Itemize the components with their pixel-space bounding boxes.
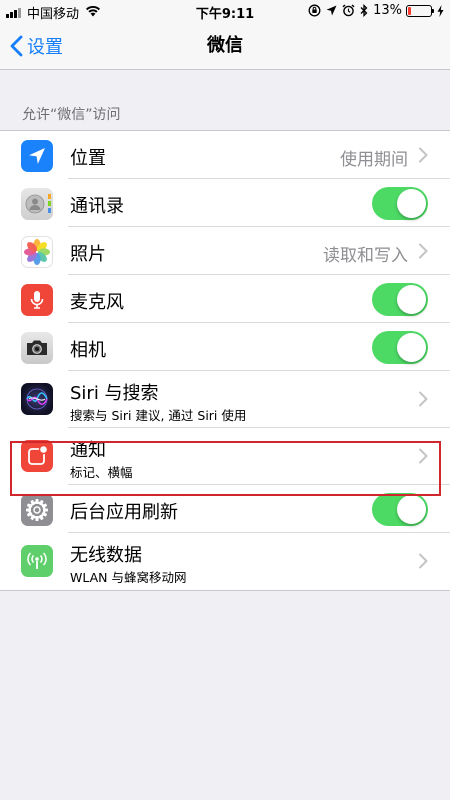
- photos-flower-icon: [21, 236, 53, 268]
- contacts-toggle[interactable]: [372, 187, 428, 220]
- battery-icon: [406, 4, 434, 17]
- row-detail: 读取和写入: [323, 246, 408, 266]
- chevron-right-icon: [419, 147, 428, 163]
- row-subtitle: 搜索与 Siri 建议, 通过 Siri 使用: [70, 408, 247, 423]
- row-background-refresh: 后台应用刷新: [0, 485, 450, 533]
- battery-percent: 13%: [373, 3, 402, 18]
- row-title: 通知: [70, 440, 106, 461]
- signal-strength-icon: [6, 7, 22, 18]
- row-subtitle: WLAN 与蜂窝移动网: [70, 570, 187, 585]
- notification-icon: [21, 440, 53, 472]
- row-title: 无线数据: [70, 545, 142, 566]
- toggle-knob: [397, 189, 426, 218]
- toggle-knob: [397, 495, 426, 524]
- camera-toggle[interactable]: [372, 331, 428, 364]
- location-arrow-icon: [21, 140, 53, 172]
- navigation-bar: 设置 微信: [0, 22, 450, 70]
- row-title: 位置: [70, 148, 106, 169]
- row-location[interactable]: 位置 使用期间: [0, 131, 450, 179]
- back-button-label: 设置: [27, 37, 63, 58]
- chevron-right-icon: [419, 391, 428, 407]
- status-bar: 中国移动 下午9:11 13%: [0, 0, 450, 22]
- row-title: 后台应用刷新: [70, 502, 178, 523]
- row-title: 相机: [70, 340, 106, 361]
- row-title: 照片: [70, 244, 106, 265]
- location-services-icon: [326, 5, 337, 16]
- row-wireless-data[interactable]: 无线数据 WLAN 与蜂窝移动网: [0, 533, 450, 590]
- alarm-clock-icon: [342, 4, 355, 17]
- toggle-knob: [397, 333, 426, 362]
- chevron-right-icon: [419, 448, 428, 464]
- charging-bolt-icon: [437, 4, 444, 17]
- row-microphone: 麦克风: [0, 275, 450, 323]
- row-photos[interactable]: 照片 读取和写入: [0, 227, 450, 275]
- carrier-name: 中国移动: [27, 7, 80, 22]
- background-refresh-toggle[interactable]: [372, 493, 428, 526]
- microphone-icon: [21, 284, 53, 316]
- row-siri-search[interactable]: Siri 与搜索 搜索与 Siri 建议, 通过 Siri 使用: [0, 371, 450, 428]
- microphone-toggle[interactable]: [372, 283, 428, 316]
- camera-icon: [21, 332, 53, 364]
- chevron-left-icon: [10, 35, 23, 57]
- row-contacts: 通讯录: [0, 179, 450, 227]
- toggle-knob: [397, 285, 426, 314]
- wifi-icon: [85, 5, 101, 21]
- gear-icon: [21, 494, 53, 526]
- row-detail: 使用期间: [340, 150, 408, 170]
- cellular-antenna-icon: [21, 545, 53, 577]
- contacts-icon: [21, 188, 53, 220]
- row-camera: 相机: [0, 323, 450, 371]
- permissions-list: 位置 使用期间 通讯录 照片 读取和写入 麦克风 相机 Siri 与搜索 搜索与…: [0, 130, 450, 591]
- bluetooth-icon: [360, 4, 368, 17]
- chevron-right-icon: [419, 553, 428, 569]
- page-title: 微信: [207, 35, 243, 56]
- row-notifications[interactable]: 通知 标记、横幅: [0, 428, 450, 485]
- row-subtitle: 标记、横幅: [70, 465, 133, 480]
- chevron-right-icon: [419, 243, 428, 259]
- row-title: Siri 与搜索: [70, 383, 159, 404]
- orientation-lock-icon: [308, 4, 321, 17]
- section-header: 允许“微信”访问: [22, 107, 121, 123]
- row-title: 麦克风: [70, 292, 124, 313]
- siri-icon: [21, 383, 53, 415]
- back-button[interactable]: 设置: [10, 22, 63, 70]
- row-title: 通讯录: [70, 196, 124, 217]
- status-right: 13%: [303, 3, 444, 18]
- status-left: 中国移动: [6, 3, 101, 22]
